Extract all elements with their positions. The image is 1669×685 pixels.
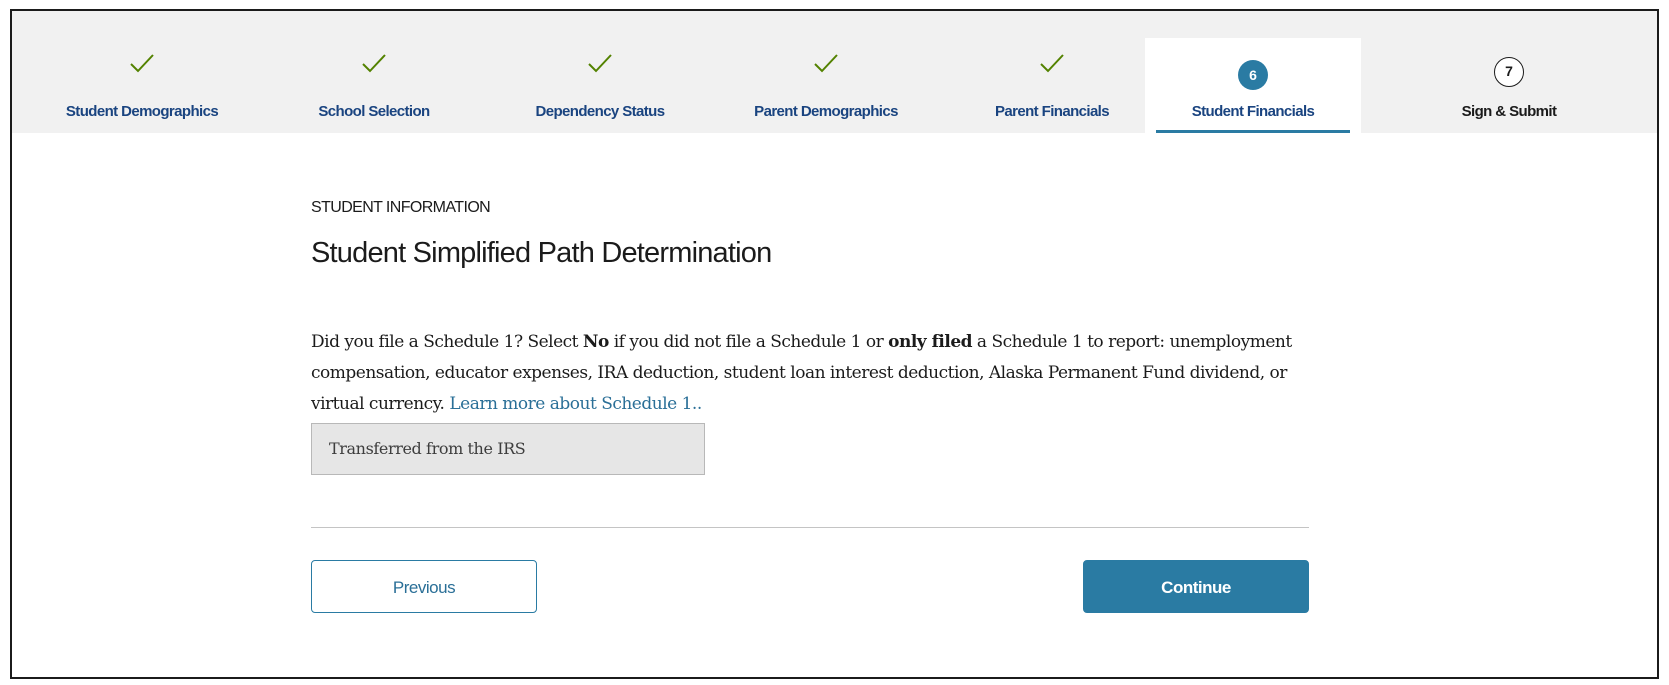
step-label: Student Demographics: [65, 103, 219, 120]
step-number-badge: 6: [1238, 60, 1268, 90]
section-label: STUDENT INFORMATION: [311, 199, 491, 216]
checkmark-icon: [588, 54, 612, 73]
continue-button[interactable]: Continue: [1083, 560, 1309, 613]
step-number-badge: 7: [1494, 57, 1524, 87]
step-label: Student Financials: [1191, 103, 1315, 120]
step-label: Parent Demographics: [754, 103, 898, 120]
step-parent-financials[interactable]: Parent Financials: [939, 11, 1165, 133]
application-frame: Student Demographics School Selection De…: [10, 9, 1659, 679]
checkmark-icon: [362, 54, 386, 73]
question-text: Did you file a Schedule 1? Select No if …: [311, 327, 1301, 420]
step-student-demographics[interactable]: Student Demographics: [23, 11, 261, 133]
step-dependency-status[interactable]: Dependency Status: [487, 11, 713, 133]
previous-button[interactable]: Previous: [311, 560, 537, 613]
learn-more-schedule-1-link[interactable]: Learn more about Schedule 1..: [449, 394, 702, 414]
step-school-selection[interactable]: School Selection: [261, 11, 487, 133]
step-sign-submit[interactable]: 7 Sign & Submit: [1361, 11, 1657, 133]
active-step-indicator: [1156, 130, 1350, 133]
irs-transferred-answer: Transferred from the IRS: [311, 423, 705, 475]
question-emphasis-only-filed: only filed: [888, 332, 973, 352]
step-label: School Selection: [318, 103, 430, 120]
step-student-financials[interactable]: 6 Student Financials: [1145, 38, 1361, 133]
step-label: Parent Financials: [994, 103, 1110, 120]
question-text-part: Did you file a Schedule 1? Select: [311, 332, 583, 352]
checkmark-icon: [814, 54, 838, 73]
progress-stepper: Student Demographics School Selection De…: [12, 11, 1657, 133]
step-label: Sign & Submit: [1461, 103, 1557, 120]
step-label: Dependency Status: [535, 103, 665, 120]
checkmark-icon: [1040, 54, 1064, 73]
divider: [311, 527, 1309, 528]
checkmark-icon: [130, 54, 154, 73]
step-parent-demographics[interactable]: Parent Demographics: [713, 11, 939, 133]
question-emphasis-no: No: [582, 332, 609, 352]
question-text-part: if you did not file a Schedule 1 or: [608, 332, 889, 352]
page-title: Student Simplified Path Determination: [311, 237, 772, 269]
